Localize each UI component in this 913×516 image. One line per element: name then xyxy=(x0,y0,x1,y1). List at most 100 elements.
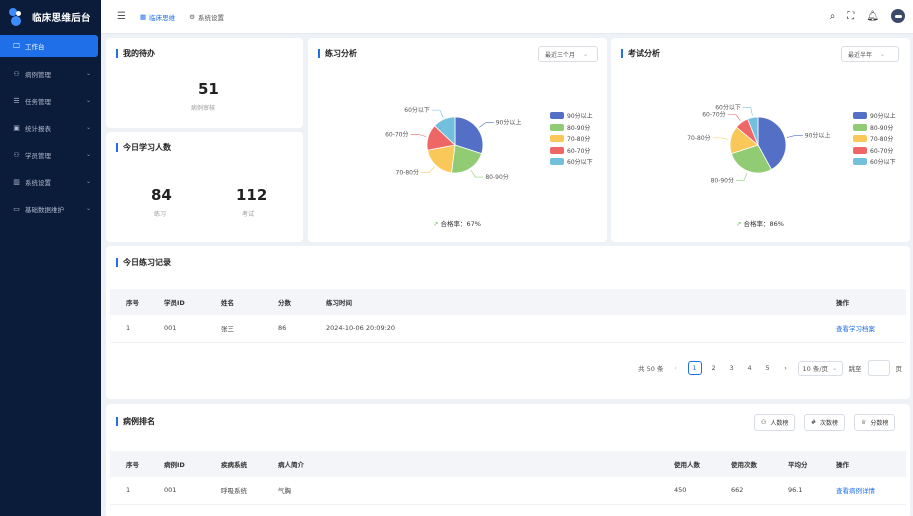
bell-icon[interactable]: 🔔︎ xyxy=(866,11,879,22)
search-icon[interactable]: ⌕ xyxy=(830,11,836,22)
cell-time: 2024-10-06 20:09:20 xyxy=(310,315,820,343)
sidebar-item[interactable]: ⚇ 病例管理 ⌄ xyxy=(0,60,101,87)
exam-label: 考试 xyxy=(242,211,255,218)
goto-page-input[interactable] xyxy=(867,360,890,376)
table-header-row: 序号 学员ID 姓名 分数 练习时间 操作 xyxy=(110,289,906,315)
pass-rate-text: 合格率：86% xyxy=(743,220,784,228)
sidebar-item-label: 基础数据维护 xyxy=(25,205,64,214)
records-title: 今日练习记录 xyxy=(116,258,171,267)
records-table: 序号 学员ID 姓名 分数 练习时间 操作 1 001 张三 86 2024-1… xyxy=(110,289,906,343)
pie-label: 90分以上 xyxy=(496,119,522,127)
score-rank-button[interactable]: ♕ 分数榜 xyxy=(854,414,896,431)
practice-period-select[interactable]: 最近三个月 ⌄ xyxy=(538,46,598,62)
legend-label: 80-90分 xyxy=(870,124,894,132)
sidebar-item[interactable]: 🖵 工作台 xyxy=(0,35,98,57)
practice-label: 练习 xyxy=(154,211,167,218)
app-title: 临床思维后台 xyxy=(32,13,91,24)
legend-item[interactable]: 90分以上 xyxy=(853,110,896,122)
ranking-card: 病例排名 ⚇ 人数榜 # 次数榜 ♕ 分数榜 序号 病例ID 疾病系统 病人简介 使用… xyxy=(106,404,910,516)
page-unit-label: 页 xyxy=(895,365,903,373)
pass-rate-text: 合格率：67% xyxy=(440,220,481,228)
legend-item[interactable]: 70-80分 xyxy=(853,133,896,145)
count-rank-button[interactable]: # 次数榜 xyxy=(804,414,846,431)
fullscreen-icon[interactable]: ⛶ xyxy=(847,11,854,22)
folder-icon: ▭ xyxy=(13,204,20,213)
next-page-icon[interactable]: › xyxy=(780,361,792,375)
list-icon: ☰ xyxy=(13,96,20,105)
legend-item[interactable]: 90分以上 xyxy=(550,110,593,122)
exam-legend: 90分以上 80-90分 70-80分 60-70分 60分以下 xyxy=(853,110,896,168)
legend-item[interactable]: 60-70分 xyxy=(550,145,593,157)
pagination: 共 50 条 ‹ 1 2 3 4 5 › 10 条/页 ⌄ 跳至 页 xyxy=(638,360,902,376)
tab-settings[interactable]: ⚙ 系统设置 xyxy=(189,12,224,22)
avatar[interactable] xyxy=(891,9,905,23)
pie-label: 60分以下 xyxy=(715,104,741,112)
page-3[interactable]: 3 xyxy=(726,361,738,375)
cell-score: 86 xyxy=(262,315,310,343)
view-profile-link[interactable]: 查看学习档案 xyxy=(836,325,875,333)
sidebar: 临床思维后台 🖵 工作台 ⚇ 病例管理 ⌄ ☰ 任务管理 ⌄ ▣ 统计报表 ⌄ ⚇ 学员管理 ⌄ ▥ 系统设置… xyxy=(0,0,101,516)
view-case-link[interactable]: 查看病例详情 xyxy=(836,487,875,495)
legend-item[interactable]: 60分以下 xyxy=(550,156,593,168)
pie-label: 60分以下 xyxy=(404,106,430,114)
todo-count[interactable]: 51 xyxy=(198,80,219,98)
legend-swatch xyxy=(853,135,867,143)
legend-label: 60-70分 xyxy=(870,147,894,155)
page-size-select[interactable]: 10 条/页 ⌄ xyxy=(797,360,843,376)
pie-leader-line xyxy=(479,122,494,128)
legend-label: 90分以上 xyxy=(567,113,593,121)
page-1[interactable]: 1 xyxy=(687,361,702,375)
legend-item[interactable]: 70-80分 xyxy=(550,133,593,145)
prev-page-icon[interactable]: ‹ xyxy=(670,361,682,375)
col-header: 病人简介 xyxy=(262,451,658,477)
today-learners-title: 今日学习人数 xyxy=(116,143,171,152)
col-header: 疾病系统 xyxy=(205,451,262,477)
legend-item[interactable]: 80-90分 xyxy=(853,122,896,134)
chevron-down-icon: ⌄ xyxy=(85,70,91,77)
col-header: 序号 xyxy=(110,451,148,477)
chevron-down-icon: ⌄ xyxy=(85,205,91,212)
pie-leader-line xyxy=(712,137,729,140)
chevron-down-icon: ⌄ xyxy=(832,364,838,372)
legend-label: 60分以下 xyxy=(870,159,896,167)
pie-leader-line xyxy=(470,170,484,178)
col-header: 姓名 xyxy=(205,289,262,315)
cell-uses: 662 xyxy=(715,477,772,505)
ranking-title: 病例排名 xyxy=(116,417,155,426)
pie-label: 70-80分 xyxy=(687,134,710,142)
people-rank-button[interactable]: ⚇ 人数榜 xyxy=(754,414,796,431)
hash-icon: # xyxy=(811,419,817,426)
cell-users: 450 xyxy=(658,477,715,505)
practice-count: 84 xyxy=(151,186,172,204)
legend-swatch xyxy=(550,112,564,120)
pager-total: 共 50 条 xyxy=(638,365,664,373)
sidebar-item[interactable]: ▭ 基础数据维护 ⌄ xyxy=(0,195,101,222)
sidebar-item-label: 统计报表 xyxy=(25,124,51,133)
sidebar-item[interactable]: ☰ 任务管理 ⌄ xyxy=(0,87,101,114)
brand: 临床思维后台 xyxy=(0,0,101,34)
legend-item[interactable]: 60分以下 xyxy=(853,156,896,168)
legend-label: 60分以下 xyxy=(567,159,593,167)
sidebar-item[interactable]: ⚇ 学员管理 ⌄ xyxy=(0,141,101,168)
legend-label: 80-90分 xyxy=(567,124,591,132)
todo-count-label: 病例审核 xyxy=(191,105,216,112)
sidebar-item[interactable]: ▥ 系统设置 ⌄ xyxy=(0,168,101,195)
person-icon: ⚇ xyxy=(13,150,20,159)
page-5[interactable]: 5 xyxy=(762,361,774,375)
cell-system: 呼吸系统 xyxy=(205,477,262,505)
legend-item[interactable]: 80-90分 xyxy=(550,122,593,134)
goto-label: 跳至 xyxy=(848,365,862,373)
exam-pass-rate: ↗ 合格率：86% xyxy=(736,218,784,228)
practice-legend: 90分以上 80-90分 70-80分 60-70分 60分以下 xyxy=(550,110,593,168)
menu-toggle-icon[interactable]: ☰ xyxy=(117,11,126,22)
button-label: 人数榜 xyxy=(770,420,789,427)
exam-period-select[interactable]: 最近半年 ⌄ xyxy=(841,46,899,62)
col-header: 练习时间 xyxy=(310,289,820,315)
button-label: 次数榜 xyxy=(820,420,839,427)
tab-clinical[interactable]: ▦ 临床思维 xyxy=(140,12,175,22)
cell-id: 001 xyxy=(148,477,205,505)
legend-item[interactable]: 60-70分 xyxy=(853,145,896,157)
page-2[interactable]: 2 xyxy=(708,361,720,375)
sidebar-item[interactable]: ▣ 统计报表 ⌄ xyxy=(0,114,101,141)
page-4[interactable]: 4 xyxy=(744,361,756,375)
